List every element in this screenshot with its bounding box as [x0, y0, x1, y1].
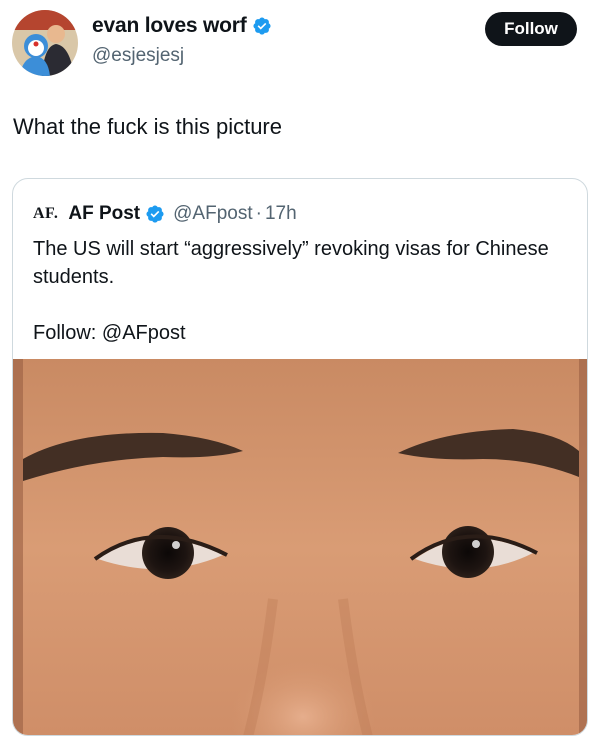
quoted-author-handle[interactable]: @AFpost — [173, 203, 252, 225]
separator-dot: · — [255, 203, 262, 224]
quoted-tweet-header: AF. AF Post @AFpost · 17h — [33, 201, 297, 227]
author-name-text[interactable]: evan loves worf — [92, 14, 247, 38]
quoted-follow-line: Follow: @AFpost — [33, 322, 186, 344]
quoted-tweet-card[interactable]: AF. AF Post @AFpost · 17h The US will st… — [12, 178, 588, 736]
quoted-author-name[interactable]: AF Post — [68, 203, 140, 225]
user-avatar[interactable] — [12, 10, 78, 76]
author-display-name[interactable]: evan loves worf — [92, 14, 272, 38]
quoted-tweet-time[interactable]: 17h — [265, 203, 297, 225]
quoted-tweet-text: The US will start “aggressively” revokin… — [33, 238, 549, 288]
avatar-photo-icon — [12, 10, 78, 76]
af-post-logo: AF. — [33, 205, 59, 222]
author-handle[interactable]: @esjesjesj — [92, 45, 184, 67]
tweet-text: What the fuck is this picture — [13, 114, 282, 139]
verified-badge-icon — [146, 205, 164, 223]
follow-button[interactable]: Follow — [485, 12, 577, 46]
tweet-header: evan loves worf @esjesjesj Follow — [0, 0, 600, 90]
verified-badge-icon — [253, 17, 271, 35]
face-closeup-photo[interactable] — [13, 359, 588, 736]
